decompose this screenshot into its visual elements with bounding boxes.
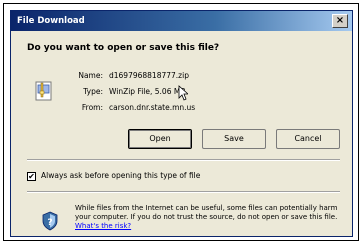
divider-bottom: [27, 191, 340, 193]
title-bar: File Download ×: [11, 11, 352, 31]
name-label: Name:: [78, 71, 103, 80]
file-name-value: d1697968818777.zip: [109, 71, 189, 80]
always-ask-checkbox[interactable]: ✔: [27, 172, 36, 181]
file-source-value: carson.dnr.state.mn.us: [109, 103, 196, 112]
file-type-value: WinZip File, 5.06 MB: [109, 87, 186, 96]
whats-the-risk-link[interactable]: What's the risk?: [75, 222, 131, 230]
zip-file-icon: [35, 81, 52, 101]
security-warning: While files from the Internet can be use…: [75, 204, 345, 231]
from-label: From:: [81, 103, 103, 112]
download-question: Do you want to open or save this file?: [27, 43, 220, 53]
svg-text:?: ?: [47, 218, 52, 228]
open-button[interactable]: Open: [128, 129, 192, 149]
divider-top: [27, 159, 340, 161]
window-title: File Download: [17, 16, 85, 26]
type-label: Type:: [83, 87, 103, 96]
security-warning-text: While files from the Internet can be use…: [75, 204, 338, 221]
file-download-dialog: File Download × Do you want to open or s…: [10, 10, 353, 237]
close-button[interactable]: ×: [332, 14, 348, 28]
always-ask-label[interactable]: Always ask before opening this type of f…: [41, 171, 200, 180]
shield-question-icon: ?: [42, 211, 58, 231]
cancel-button[interactable]: Cancel: [276, 129, 340, 149]
mouse-pointer-icon: [178, 85, 188, 101]
save-button[interactable]: Save: [202, 129, 266, 149]
